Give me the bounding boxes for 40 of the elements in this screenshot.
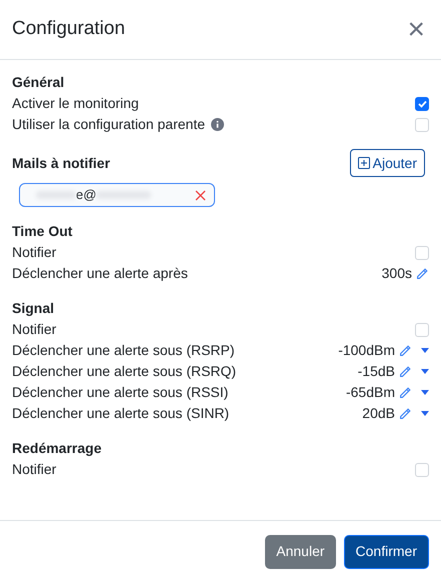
check-icon <box>418 100 426 108</box>
threshold-value: -65dBm <box>346 383 395 402</box>
pencil-icon[interactable] <box>415 266 429 280</box>
section-title: Signal <box>12 299 56 318</box>
setting-label: Notifier <box>12 243 56 262</box>
info-icon[interactable] <box>211 118 224 131</box>
caret-icon[interactable] <box>421 369 429 374</box>
section-title: Time Out <box>12 222 74 241</box>
pencil-icon[interactable] <box>398 386 412 400</box>
email-text: e@ <box>76 186 96 204</box>
threshold-value: -100dBm <box>338 341 395 360</box>
setting-label: Activer le monitoring <box>12 94 139 113</box>
caret-icon[interactable] <box>421 390 429 395</box>
caret-icon[interactable] <box>421 411 429 416</box>
caret-icon[interactable] <box>421 348 429 353</box>
threshold-value: 300s <box>382 264 412 283</box>
confirm-button[interactable]: Confirmer <box>344 534 429 568</box>
setting-label: Déclencher une alerte sous (RSRQ) <box>12 362 236 381</box>
plus-square-icon <box>358 157 370 169</box>
section-title: Redémarrage <box>12 439 102 458</box>
pencil-icon[interactable] <box>398 344 412 358</box>
setting-label: Notifier <box>12 320 56 339</box>
remove-icon[interactable] <box>195 190 206 200</box>
setting-label: Déclencher une alerte sous (SINR) <box>12 404 230 423</box>
setting-label: Notifier <box>12 460 56 479</box>
setting-label: Utiliser la configuration parente <box>12 115 205 134</box>
pencil-icon[interactable] <box>398 364 412 378</box>
dialog-title: Configuration <box>12 17 126 42</box>
add-button[interactable]: Ajouter <box>350 149 425 177</box>
close-button[interactable]: × <box>407 14 429 44</box>
setting-label: Déclencher une alerte sous (RSSI) <box>12 383 228 402</box>
section-title: Mails à notifier <box>12 154 110 172</box>
pencil-icon[interactable] <box>398 406 412 420</box>
setting-label: Déclencher une alerte après <box>12 264 188 283</box>
checkbox[interactable] <box>415 96 429 110</box>
threshold-value: -15dB <box>358 362 395 381</box>
cancel-button[interactable]: Annuler <box>265 534 336 568</box>
threshold-value: 20dB <box>362 404 395 423</box>
section-title: Général <box>12 73 66 92</box>
setting-label: Déclencher une alerte sous (RSRP) <box>12 341 235 360</box>
